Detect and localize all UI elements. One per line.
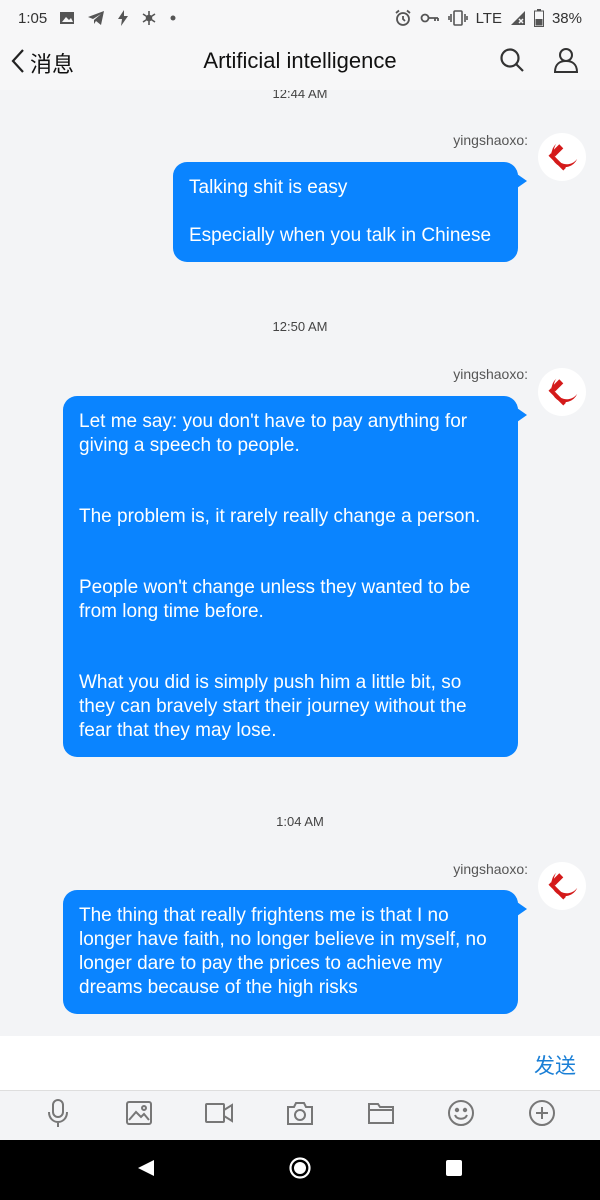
snowflake-icon [141,10,157,26]
back-triangle-icon [136,1158,156,1183]
chat-header: 消息 Artificial intelligence [0,36,600,90]
message-text: Especially when you talk in Chinese [189,225,492,246]
message-bubble[interactable]: Talking shit is easy Especially when you… [173,162,527,262]
contact-icon [552,46,580,79]
send-button[interactable]: 发送 [534,1050,576,1080]
battery-icon [533,9,544,27]
microphone-icon [46,1098,70,1133]
avatar[interactable] [538,368,586,416]
sender-name: yingshaoxo: [453,366,528,382]
message-input-area[interactable]: 发送 [0,1036,600,1090]
sender-name: yingshaoxo: [453,132,528,148]
plus-icon [528,1099,556,1132]
network-label: LTE [475,9,502,27]
video-icon [204,1101,234,1130]
message-text: Talking shit is easy [189,177,348,198]
chevron-left-icon [10,48,26,79]
chat-area[interactable]: 12:44 AM yingshaoxo: Talking shit is eas… [0,90,600,1036]
avatar[interactable] [538,862,586,910]
telegram-icon [87,10,105,26]
key-icon [420,11,440,25]
message-text: The thing that really frightens me is th… [79,905,487,998]
nav-home-button[interactable] [282,1152,318,1188]
back-label: 消息 [30,52,75,77]
voice-button[interactable] [41,1099,75,1133]
timestamp: 1:04 AM [276,814,324,829]
bolt-icon [117,10,129,26]
folder-icon [367,1101,395,1130]
search-button[interactable] [496,46,528,78]
status-bar: 1:05 LTE 38% [0,0,600,36]
dot-icon [169,14,177,22]
input-toolbar [0,1090,600,1140]
hammer-sickle-icon [548,143,578,171]
emoji-button[interactable] [444,1099,478,1133]
message-text: Let me say: you don't have to pay anythi… [79,411,468,456]
image-button[interactable] [122,1099,156,1133]
message-text: People won't change unless they wanted t… [79,577,471,622]
alarm-icon [394,9,412,27]
vibrate-icon [447,10,468,26]
image-icon [59,10,75,26]
status-time: 1:05 [18,9,48,27]
hammer-sickle-icon [548,378,578,406]
message-text: The problem is, it rarely really change … [79,506,481,527]
folder-button[interactable] [364,1099,398,1133]
system-navigation-bar [0,1140,600,1200]
message-text: What you did is simply push him a little… [79,672,467,741]
camera-icon [286,1100,314,1131]
recents-square-icon [444,1158,464,1183]
more-button[interactable] [525,1099,559,1133]
back-button[interactable]: 消息 [10,44,74,82]
nav-back-button[interactable] [128,1152,164,1188]
contact-button[interactable] [550,46,582,78]
battery-percent: 38% [551,9,582,27]
message-bubble[interactable]: Let me say: you don't have to pay anythi… [63,396,527,757]
image-icon [125,1100,153,1131]
search-icon [499,47,525,78]
video-button[interactable] [202,1099,236,1133]
nav-recents-button[interactable] [436,1152,472,1188]
signal-icon [510,10,526,26]
timestamp: 12:44 AM [272,90,328,101]
emoji-icon [447,1099,475,1132]
avatar[interactable] [538,133,586,181]
home-circle-icon [288,1156,312,1185]
sender-name: yingshaoxo: [453,861,528,877]
message-bubble[interactable]: The thing that really frightens me is th… [63,890,527,1014]
hammer-sickle-icon [548,872,578,900]
camera-button[interactable] [283,1099,317,1133]
timestamp: 12:50 AM [272,319,328,334]
